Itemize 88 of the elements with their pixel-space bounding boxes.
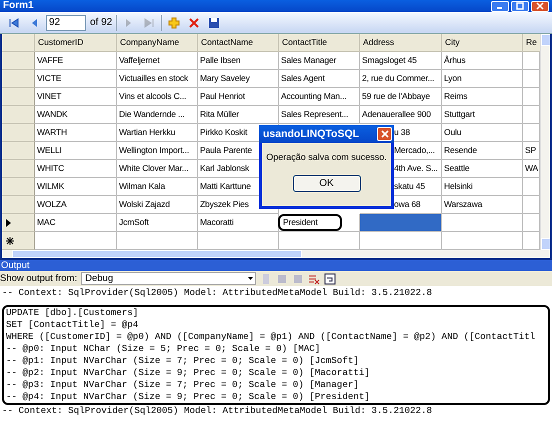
output-line: -- @p4: Input NVarChar (Size = 9; Prec = 0; Scale = 0) [President]	[6, 391, 371, 403]
table-cell: Helsinki	[442, 178, 523, 196]
dialog-close-button[interactable]	[377, 127, 392, 141]
column-header[interactable]: City	[442, 34, 523, 52]
column-header[interactable]: ContactTitle	[279, 34, 360, 52]
table-cell: Smagsloget 45	[360, 52, 442, 70]
close-icon	[536, 2, 544, 10]
output-source-dropdown[interactable]: Debug	[81, 272, 256, 285]
table-cell: 2, rue du Commer...	[360, 70, 442, 88]
output-line: UPDATE [dbo].[Customers]	[6, 307, 140, 319]
table-cell: Palle Ibsen	[198, 52, 279, 70]
position-field[interactable]: 92	[46, 14, 86, 30]
vertical-scrollbar[interactable]	[540, 34, 550, 250]
window-title: Form1	[3, 1, 34, 11]
table-cell: Sales Represent...	[279, 106, 360, 124]
table-cell: Sales Agent	[279, 70, 360, 88]
table-cell: WARTH	[35, 124, 117, 142]
output-line: -- Context: SqlProvider(Sql2005) Model: AttributedMetaModel Build: 3.5.21022.8	[2, 287, 434, 299]
table-cell: VINET	[35, 88, 117, 106]
column-header[interactable]: ContactName	[198, 34, 279, 52]
table-cell: Mary Saveley	[198, 70, 279, 88]
row-header[interactable]	[2, 214, 35, 232]
output-line: SET [ContactTitle] = @p4	[6, 319, 140, 331]
table-cell: WANDK	[35, 106, 117, 124]
first-icon	[8, 16, 20, 28]
horizontal-scrollbar[interactable]	[2, 250, 550, 258]
table-cell: Århus	[442, 52, 523, 70]
table-cell: Reims	[442, 88, 523, 106]
table-cell: 59 rue de l'Abbaye	[360, 88, 442, 106]
table-cell: Victuailles en stock	[117, 70, 198, 88]
last-icon	[143, 16, 156, 28]
table-cell: Adenauerallee 900	[360, 106, 442, 124]
table-cell: Wolski Zajazd	[117, 196, 198, 214]
maximize-button[interactable]	[511, 0, 529, 12]
record-count: of 92	[90, 17, 112, 28]
table-cell: Wilman Kala	[117, 178, 198, 196]
table-cell: Vaffeljernet	[117, 52, 198, 70]
table-cell: Sales Manager	[279, 52, 360, 70]
table-cell: Paul Henriot	[198, 88, 279, 106]
output-line: -- @p0: Input NChar (Size = 5; Prec = 0; Scale = 0) [MAC]	[6, 343, 322, 355]
table-cell: JcmSoft	[117, 214, 198, 232]
close-button[interactable]	[531, 0, 549, 12]
column-header[interactable]: Address	[360, 34, 442, 52]
output-line: -- @p2: Input NVarChar (Size = 9; Prec = 0; Scale = 0) [Macoratti]	[6, 367, 371, 379]
table-cell: WELLI	[35, 142, 117, 160]
corner-header	[2, 34, 35, 52]
table-cell: MAC	[35, 214, 117, 232]
asterisk-icon	[6, 236, 14, 244]
table-cell: VAFFE	[35, 52, 117, 70]
output-line: -- @p3: Input NVarChar (Size = 7; Prec = 0; Scale = 0) [Manager]	[6, 379, 360, 391]
output-line: -- @p1: Input NVarChar (Size = 7; Prec = 0; Scale = 0) [JcmSoft]	[6, 355, 360, 367]
table-cell: WHITC	[35, 160, 117, 178]
new-row-header[interactable]	[2, 232, 35, 250]
output-line: WHERE ([CustomerID] = @p0) AND ([CompanyName] = @p1) AND ([ContactName] = @p2) AND ([ContactTitl	[6, 331, 536, 343]
table-cell: Macoratti	[198, 214, 279, 232]
table-cell: Wellington Import...	[117, 142, 198, 160]
table-cell: WOLZA	[35, 196, 117, 214]
table-cell: Oulu	[442, 124, 523, 142]
table-cell: Resende	[442, 142, 523, 160]
table-cell: Die Wandernde ...	[117, 106, 198, 124]
table-cell: VICTE	[35, 70, 117, 88]
table-cell: WILMK	[35, 178, 117, 196]
table-cell: Rita Müller	[198, 106, 279, 124]
table-cell: SP	[523, 142, 540, 160]
output-line: -- Context: SqlProvider(Sql2005) Model: AttributedMetaModel Build: 3.5.21022.8	[2, 405, 434, 417]
close-icon	[380, 130, 388, 138]
table-cell: Wartian Herkku	[117, 124, 198, 142]
table-cell: Stuttgart	[442, 106, 523, 124]
delete-icon	[188, 16, 200, 28]
column-header[interactable]: Re	[523, 34, 540, 52]
table-cell: Lyon	[442, 70, 523, 88]
add-button[interactable]	[166, 14, 182, 30]
maximize-icon	[516, 2, 524, 10]
table-cell: Warszawa	[442, 196, 523, 214]
clear-all-icon	[308, 272, 320, 284]
output-source-label: Show output from:	[0, 273, 78, 284]
table-cell: White Clover Mar...	[117, 160, 198, 178]
table-cell: Vins et alcools C...	[117, 88, 198, 106]
column-header[interactable]: CompanyName	[117, 34, 198, 52]
table-cell: WA	[523, 160, 540, 178]
table-cell: Accounting Man...	[279, 88, 360, 106]
plus-icon	[168, 16, 180, 28]
ok-button[interactable]: OK	[292, 175, 360, 192]
column-header[interactable]: CustomerID	[35, 34, 117, 52]
table-cell: Seattle	[442, 160, 523, 178]
save-icon	[208, 16, 220, 28]
minimize-button[interactable]	[491, 0, 509, 12]
output-title: Output	[1, 260, 30, 271]
